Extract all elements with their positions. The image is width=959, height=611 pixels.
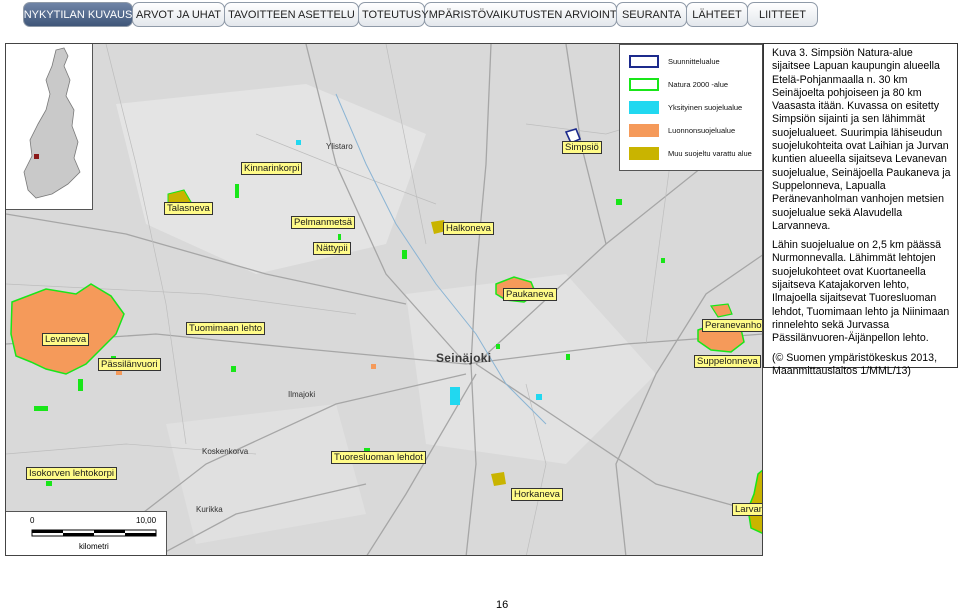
label-seinajoki: Seinäjoki [436,351,492,365]
finland-outline [23,47,81,199]
map-figure: Simpsiö Kinnarinkorpi Talasneva Pelmanme… [5,43,763,556]
label-talasneva: Talasneva [164,202,213,215]
top-navigation: NYKYTILAN KUVAUS ARVOT JA UHAT TAVOITTEE… [23,2,836,29]
label-paukaneva: Paukaneva [503,288,557,301]
legend-label: Muu suojeltu varattu alue [668,149,752,158]
label-larvanneva: Larvanneva [732,503,762,516]
label-koskenkorva: Koskenkorva [202,447,249,456]
label-horkaneva: Horkaneva [511,488,563,501]
scale-bar: 0 10,00 kilometri [6,511,167,555]
label-passilanvuori: Pässilänvuori [98,358,161,371]
tab-toteutus[interactable]: TOTEUTUS [358,2,425,27]
label-kinnarinkorpi: Kinnarinkorpi [241,162,303,175]
scale-start-label: 0 [30,516,35,525]
legend-swatch-reserved [629,147,659,160]
tab-lahteet[interactable]: LÄHTEET [686,2,748,27]
legend-item: Muu suojeltu varattu alue [620,147,762,167]
label-simpsio: Simpsiö [562,141,602,154]
legend-item: Luonnonsuojelualue [620,124,762,144]
label-ylistaro: Ylistaro [326,142,353,151]
tab-liitteet[interactable]: LIITTEET [747,2,818,27]
label-peranevanholma: Peranevanholma [702,319,762,332]
caption-paragraph-3: (© Suomen ympäristökeskus 2013, Maanmitt… [772,351,938,377]
page-number: 16 [496,599,509,611]
tab-seuranta[interactable]: SEURANTA [616,2,687,27]
label-nattypii: Nättypii [313,242,351,255]
location-marker-icon [34,154,39,159]
scale-end-label: 10,00 [136,516,157,525]
tab-nykytilan-kuvaus[interactable]: NYKYTILAN KUVAUS [23,2,133,27]
legend-item: Natura 2000 -alue [620,78,762,98]
legend-swatch-natura [629,78,659,91]
legend-swatch-private [629,101,659,114]
legend-label: Suunnittelualue [668,57,720,66]
tab-ymparistovaikutusten-arviointi[interactable]: YMPÄRISTÖVAIKUTUSTEN ARVIOINTI [421,2,620,27]
caption-paragraph-1: Kuva 3. Simpsiön Natura-alue sijaitsee L… [772,47,951,232]
label-kurikka: Kurikka [196,505,223,514]
label-levaneva: Levaneva [42,333,90,346]
label-tuomimaan-lehto: Tuomimaan lehto [186,322,266,335]
legend-item: Yksityinen suojelualue [620,101,762,121]
legend-swatch-protected [629,124,659,137]
legend-label: Yksityinen suojelualue [668,103,743,112]
caption-paragraph-2: Lähin suojelualue on 2,5 km päässä Nurmo… [772,239,950,345]
legend-swatch-planning-area [629,55,659,68]
label-pelmanmetsa: Pelmanmetsä [291,216,356,229]
label-suppelonneva: Suppelonneva [694,355,761,368]
label-halkoneva: Halkoneva [443,222,494,235]
legend-label: Luonnonsuojelualue [668,126,736,135]
figure-caption: Kuva 3. Simpsiön Natura-alue sijaitsee L… [763,43,958,377]
tab-tavoitteen-asettelu[interactable]: TAVOITTEEN ASETTELU [224,2,359,27]
finland-inset-map [6,44,93,210]
tab-arvot-ja-uhat[interactable]: ARVOT JA UHAT [132,2,225,27]
scale-unit-label: kilometri [79,542,109,551]
legend-label: Natura 2000 -alue [668,80,729,89]
label-tuoresluoman-lehdot: Tuoresluoman lehdot [331,451,426,464]
label-ilmajoki: Ilmajoki [288,390,316,399]
map-legend: Suunnittelualue Natura 2000 -alue Yksity… [619,44,762,171]
label-isokorven-lehtokorpi: Isokorven lehtokorpi [26,467,118,480]
legend-item: Suunnittelualue [620,55,762,75]
